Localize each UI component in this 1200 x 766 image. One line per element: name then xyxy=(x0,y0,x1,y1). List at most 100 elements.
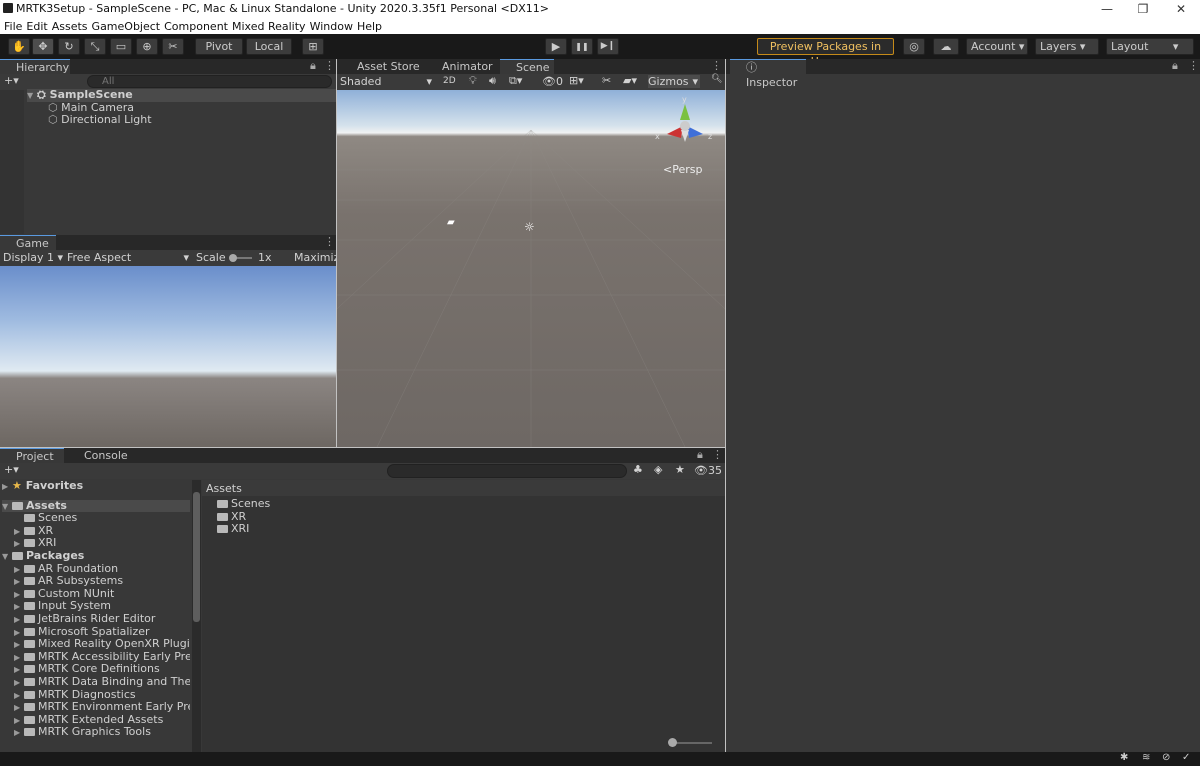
layout-dropdown[interactable]: Layout ▾ xyxy=(1106,38,1194,55)
packages-item[interactable]: ▼ Packages xyxy=(2,549,190,563)
tab-animator[interactable]: Animator xyxy=(426,59,496,74)
camera-gizmo-icon[interactable]: ▰ xyxy=(447,217,455,228)
grid-icon[interactable]: ⊞▾ xyxy=(569,74,584,87)
step-button[interactable]: ▶❙ xyxy=(597,38,619,55)
maximize-button[interactable]: Maximize xyxy=(294,251,336,264)
inspector-lock-icon[interactable]: 🔒︎ xyxy=(1172,59,1178,73)
package-item[interactable]: ▶ Input System xyxy=(2,600,190,613)
tab-project[interactable]: Project xyxy=(0,448,64,463)
game-view[interactable] xyxy=(0,266,336,447)
scale-tool-icon[interactable]: ⤡ xyxy=(84,38,106,55)
move-tool-icon[interactable]: ✥ xyxy=(32,38,54,55)
cloud-icon[interactable]: ☁ xyxy=(933,38,959,55)
package-item[interactable]: ▶ MRTK Core Definitions xyxy=(2,663,190,676)
scene-view[interactable]: ▰ ☼ y x z <Persp xyxy=(337,90,725,447)
tab-game[interactable]: Game xyxy=(0,235,56,250)
aspect-dropdown[interactable]: Free Aspect ▾ xyxy=(67,251,189,264)
package-item[interactable]: ▶ Mixed Reality OpenXR Plugin xyxy=(2,638,190,651)
tree-scrollbar[interactable] xyxy=(192,480,201,752)
hand-tool-icon[interactable]: ✋ xyxy=(8,38,30,55)
scene-search-icon[interactable]: 🔍︎ xyxy=(711,74,722,84)
create-asset-button[interactable]: +▾ xyxy=(4,463,19,476)
display-dropdown[interactable]: Display 1 ▾ xyxy=(3,251,63,264)
transform-tool-icon[interactable]: ⊕ xyxy=(136,38,158,55)
package-item[interactable]: ▶MRTK Data Binding and Theming xyxy=(2,676,190,689)
favorites-filter-icon[interactable]: ★ xyxy=(675,463,685,476)
package-item[interactable]: ▶ MRTK Graphics Tools xyxy=(2,726,190,739)
effects-icon[interactable]: ⧉▾ xyxy=(509,74,522,88)
camera-icon[interactable]: ▰▾ xyxy=(623,74,637,87)
pivot-button[interactable]: Pivot xyxy=(195,38,243,55)
layers-dropdown[interactable]: Layers ▾ xyxy=(1035,38,1099,55)
grid-snap-icon[interactable]: ⊞ xyxy=(302,38,324,55)
pause-button[interactable]: ❚❚ xyxy=(571,38,593,55)
menu-assets[interactable]: Assets xyxy=(48,18,88,33)
tree-item-scenes[interactable]: Scenes xyxy=(2,511,190,525)
search-by-type-icon[interactable]: ♣ xyxy=(633,463,643,476)
shading-dropdown[interactable]: Shaded ▾ xyxy=(340,75,432,88)
custom-tool-icon[interactable]: ✂ xyxy=(162,38,184,55)
content-item-xri[interactable]: XRI xyxy=(217,522,270,536)
restore-icon[interactable]: ❐ xyxy=(1126,0,1160,18)
package-item[interactable]: ▶MRTK Environment Early Preview xyxy=(2,701,190,714)
close-icon[interactable]: ✕ xyxy=(1164,0,1198,18)
project-menu-icon[interactable]: ⋮ xyxy=(712,448,723,461)
hidden-packages-toggle[interactable]: 👁︎35 xyxy=(694,464,722,477)
persp-toggle[interactable]: <Persp xyxy=(663,163,702,176)
inspector-menu-icon[interactable]: ⋮ xyxy=(1188,59,1199,72)
rect-tool-icon[interactable]: ▭ xyxy=(110,38,132,55)
light-gizmo-icon[interactable]: ☼ xyxy=(524,220,535,234)
package-item[interactable]: ▶ JetBrains Rider Editor xyxy=(2,613,190,626)
rotate-tool-icon[interactable]: ↻ xyxy=(58,38,80,55)
menu-edit[interactable]: Edit xyxy=(22,18,47,33)
icon-size-thumb[interactable] xyxy=(668,738,677,747)
scale-slider-thumb[interactable] xyxy=(229,254,237,262)
tab-hierarchy[interactable]: Hierarchy xyxy=(0,59,70,74)
scene-menu-icon[interactable]: ⋮ xyxy=(711,59,722,72)
audio-icon[interactable]: 🔊︎ xyxy=(489,74,496,88)
tab-inspector[interactable]: ⓘ Inspector xyxy=(730,59,806,89)
project-search-input[interactable] xyxy=(387,464,627,478)
minimize-icon[interactable]: — xyxy=(1090,0,1124,18)
cache-icon[interactable]: ⊘ xyxy=(1162,752,1170,763)
tools-icon[interactable]: ✂ xyxy=(602,74,611,87)
tab-console[interactable]: Console xyxy=(68,448,132,463)
menu-component[interactable]: Component xyxy=(160,18,228,33)
gizmos-dropdown[interactable]: Gizmos ▾ xyxy=(648,75,700,88)
account-dropdown[interactable]: Account ▾ xyxy=(966,38,1028,55)
lighting-bake-icon[interactable]: ≋ xyxy=(1142,752,1150,763)
breadcrumb[interactable]: Assets xyxy=(202,480,725,496)
tree-item-xr[interactable]: ▶ XR xyxy=(2,524,190,538)
package-item[interactable]: ▶MRTK Accessibility Early Preview xyxy=(2,651,190,664)
orientation-gizmo[interactable]: y x z xyxy=(655,96,715,152)
preview-packages-button[interactable]: Preview Packages in Use ▾ xyxy=(757,38,894,68)
lock-icon[interactable]: 🔒︎ xyxy=(310,59,316,73)
panel-menu-icon[interactable]: ⋮ xyxy=(324,59,335,72)
tab-scene[interactable]: Scene xyxy=(500,59,554,74)
menu-mixed-reality[interactable]: Mixed Reality xyxy=(228,18,306,33)
progress-icon[interactable]: ✓ xyxy=(1182,752,1190,763)
game-menu-icon[interactable]: ⋮ xyxy=(324,235,335,248)
2d-toggle[interactable]: 2D xyxy=(443,76,456,86)
hierarchy-search-input[interactable] xyxy=(87,75,332,88)
package-item[interactable]: ▶ MRTK Extended Assets xyxy=(2,714,190,727)
debug-icon[interactable]: ✱ xyxy=(1120,752,1128,763)
package-item[interactable]: ▶ Custom NUnit xyxy=(2,588,190,601)
tab-asset-store[interactable]: Asset Store xyxy=(341,59,421,74)
package-item[interactable]: ▶ MRTK Diagnostics xyxy=(2,689,190,702)
local-button[interactable]: Local xyxy=(246,38,292,55)
assets-item[interactable]: ▼ Assets xyxy=(2,499,190,513)
search-by-label-icon[interactable]: ◈ xyxy=(654,463,662,476)
menu-gameobject[interactable]: GameObject xyxy=(88,18,161,33)
menu-window[interactable]: Window xyxy=(306,18,353,33)
hierarchy-item-directional-light[interactable]: ⬡ Directional Light xyxy=(27,113,336,127)
project-lock-icon[interactable]: 🔒︎ xyxy=(697,448,703,462)
play-button[interactable]: ▶ xyxy=(545,38,567,55)
menu-help[interactable]: Help xyxy=(353,18,382,33)
lighting-icon[interactable]: 💡︎ xyxy=(469,74,477,88)
menu-file[interactable]: File xyxy=(0,18,22,33)
collab-icon[interactable]: ◎ xyxy=(903,38,925,55)
scene-visibility-toggle[interactable]: 👁︎0 xyxy=(542,75,563,88)
add-object-button[interactable]: +▾ xyxy=(4,74,19,87)
package-item[interactable]: ▶ AR Subsystems xyxy=(2,575,190,588)
